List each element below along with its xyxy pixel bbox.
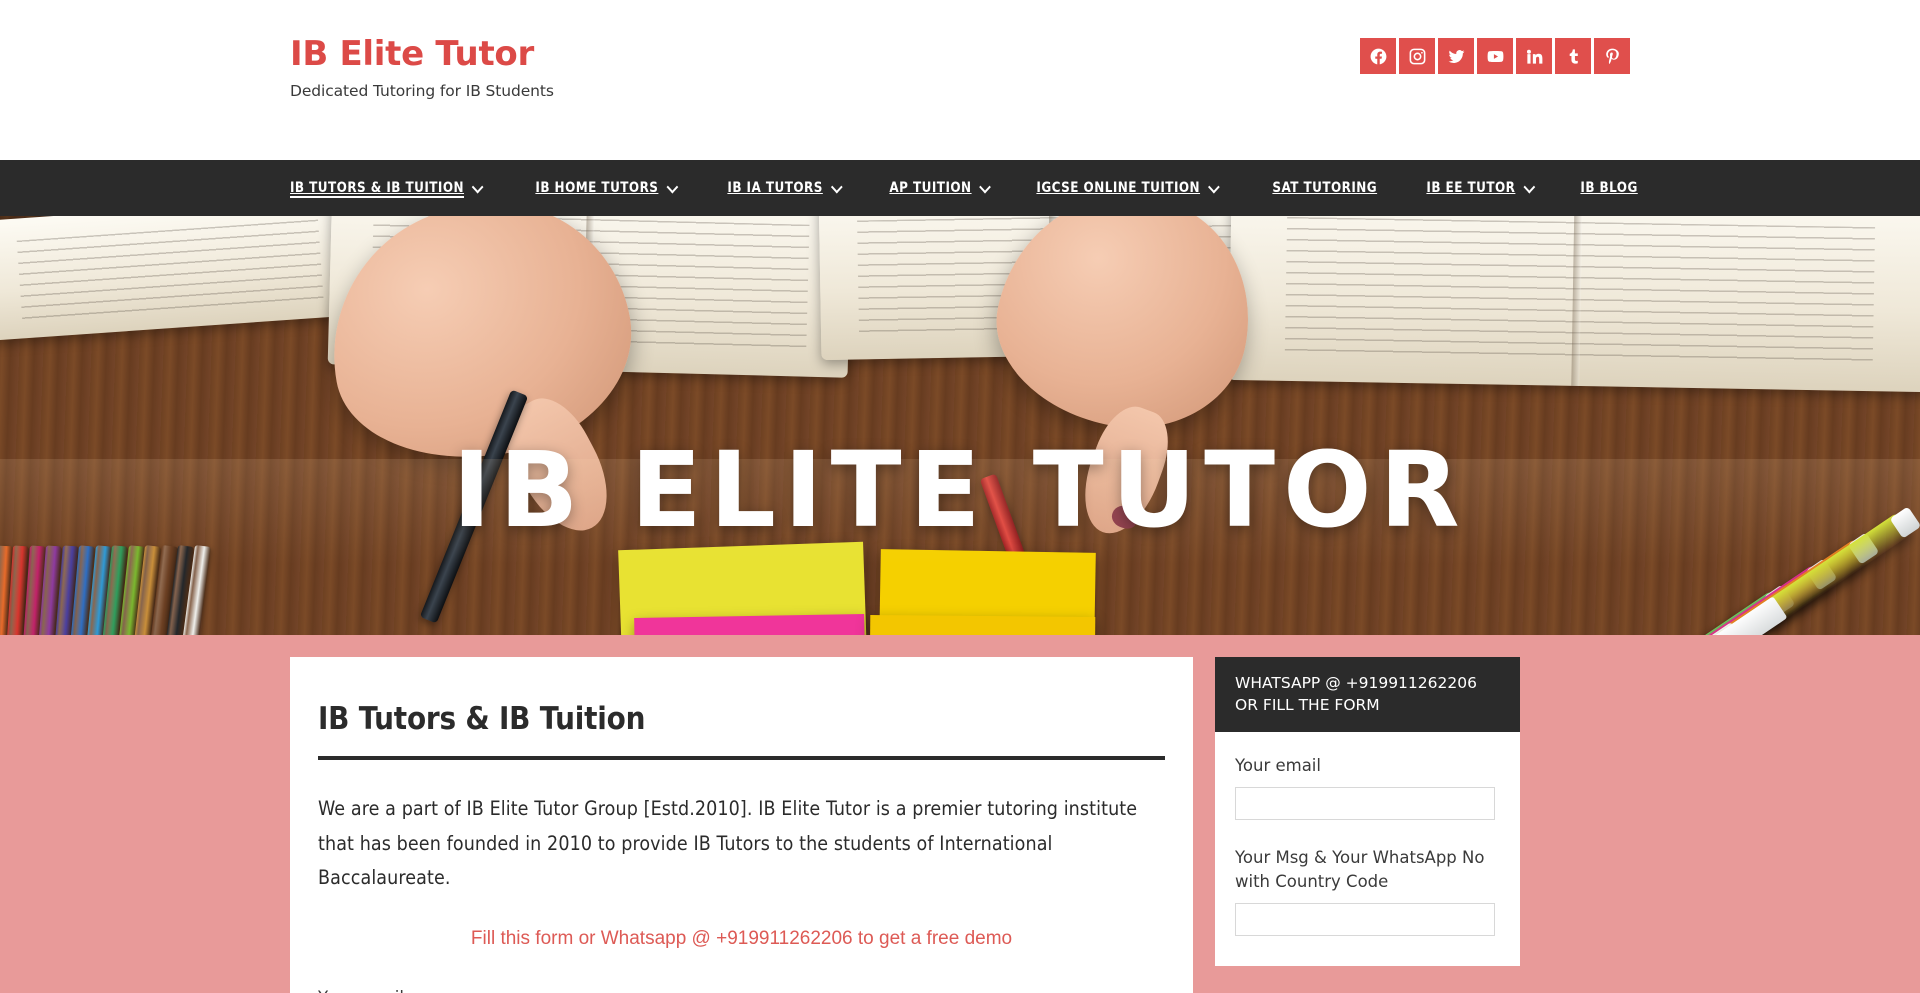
social-link-youtube[interactable] xyxy=(1477,38,1513,74)
colored-pencils-group xyxy=(0,544,230,635)
highlighters-group xyxy=(1550,506,1920,635)
sidebar-widget-title: WHATSAPP @ +919911262206 OR FILL THE FOR… xyxy=(1215,657,1520,732)
nav-item-label: IGCSE ONLINE TUITION xyxy=(1036,180,1200,196)
sidebar-message-label: Your Msg & Your WhatsApp No with Country… xyxy=(1235,847,1485,891)
nav-item-label: IB EE TUTOR xyxy=(1425,180,1515,196)
nav-item-label: AP TUITION xyxy=(888,180,972,196)
sidebar-email-group: Your email xyxy=(1235,754,1500,820)
primary-content: IB Tutors & IB Tuition We are a part of … xyxy=(290,657,1193,993)
social-link-linkedin[interactable] xyxy=(1516,38,1552,74)
sidebar-email-input[interactable] xyxy=(1235,786,1495,820)
nav-item-ib-tutors-ib-tuition[interactable]: IB TUTORS & IB TUITION xyxy=(290,160,499,216)
social-link-instagram[interactable] xyxy=(1399,38,1435,74)
chevron-down-icon[interactable] xyxy=(1522,180,1535,193)
site-tagline: Dedicated Tutoring for IB Students xyxy=(290,82,554,101)
instagram-icon xyxy=(1408,47,1427,66)
hero-banner: IB ELITE TUTOR xyxy=(0,216,1920,635)
nav-item-label: IB TUTORS & IB TUITION xyxy=(290,180,465,196)
social-link-facebook[interactable] xyxy=(1360,38,1396,74)
main-contact-form: Your email xyxy=(318,988,1165,993)
social-link-twitter[interactable] xyxy=(1438,38,1474,74)
social-link-tumblr[interactable] xyxy=(1555,38,1591,74)
nav-item-ib-ia-tutors[interactable]: IB IA TUTORS xyxy=(709,160,858,216)
sidebar-email-label: Your email xyxy=(1235,755,1321,775)
chevron-down-icon[interactable] xyxy=(471,180,484,193)
nav-item-ib-ee-tutor[interactable]: IB EE TUTOR xyxy=(1408,160,1550,216)
nav-item-label: IB BLOG xyxy=(1580,180,1639,196)
nav-item-label: IB HOME TUTORS xyxy=(535,180,659,196)
book-image xyxy=(1228,216,1920,393)
social-links xyxy=(1360,38,1630,74)
hero-title: IB ELITE TUTOR xyxy=(452,429,1468,551)
nav-items: IB TUTORS & IB TUITION IB HOME TUTORS IB I… xyxy=(290,160,1638,216)
site-title[interactable]: IB Elite Tutor xyxy=(290,34,554,74)
sidebar-contact-form: Your email Your Msg & Your WhatsApp No w… xyxy=(1235,754,1500,936)
youtube-icon xyxy=(1486,47,1505,66)
main-email-label: Your email xyxy=(318,988,1165,993)
facebook-icon xyxy=(1369,47,1388,66)
main-navigation: IB TUTORS & IB TUITION IB HOME TUTORS IB I… xyxy=(0,160,1920,216)
social-link-pinterest[interactable] xyxy=(1594,38,1630,74)
nav-item-ib-blog[interactable]: IB BLOG xyxy=(1562,160,1656,216)
site-title-link[interactable]: IB Elite Tutor xyxy=(290,34,534,74)
site-branding: IB Elite Tutor Dedicated Tutoring for IB… xyxy=(290,34,554,101)
header-inner: IB Elite Tutor Dedicated Tutoring for IB… xyxy=(290,0,1630,100)
chevron-down-icon[interactable] xyxy=(1207,180,1220,193)
site-header: IB Elite Tutor Dedicated Tutoring for IB… xyxy=(0,0,1920,160)
page-title: IB Tutors & IB Tuition xyxy=(318,701,646,737)
nav-item-ap-tuition[interactable]: AP TUITION xyxy=(871,160,1007,216)
promo-text: Fill this form or Whatsapp @ +9199112622… xyxy=(470,928,1013,950)
chevron-down-icon[interactable] xyxy=(978,180,991,193)
linkedin-icon xyxy=(1525,47,1544,66)
nav-item-ib-home-tutors[interactable]: IB HOME TUTORS xyxy=(517,160,693,216)
nav-item-sat-tutoring[interactable]: SAT TUTORING xyxy=(1254,160,1396,216)
twitter-icon xyxy=(1447,47,1466,66)
nav-item-label: IB IA TUTORS xyxy=(727,180,823,196)
tumblr-icon xyxy=(1564,47,1583,66)
hero-photo xyxy=(0,216,1920,635)
content-inner: IB Tutors & IB Tuition We are a part of … xyxy=(290,657,1630,993)
chevron-down-icon[interactable] xyxy=(666,180,679,193)
sidebar-message-input[interactable] xyxy=(1235,902,1495,936)
sidebar-widget-body: Your email Your Msg & Your WhatsApp No w… xyxy=(1215,732,1520,936)
nav-item-label: SAT TUTORING xyxy=(1272,180,1377,196)
pinterest-icon xyxy=(1603,47,1622,66)
sidebar: WHATSAPP @ +919911262206 OR FILL THE FOR… xyxy=(1215,657,1520,966)
nav-item-igcse-online-tuition[interactable]: IGCSE ONLINE TUITION xyxy=(1018,160,1235,216)
content-area: IB Tutors & IB Tuition We are a part of … xyxy=(0,635,1920,993)
sidebar-message-group: Your Msg & Your WhatsApp No with Country… xyxy=(1235,846,1500,936)
intro-paragraph: We are a part of IB Elite Tutor Group [E… xyxy=(318,797,1138,890)
title-divider xyxy=(318,756,1165,760)
chevron-down-icon[interactable] xyxy=(830,180,843,193)
